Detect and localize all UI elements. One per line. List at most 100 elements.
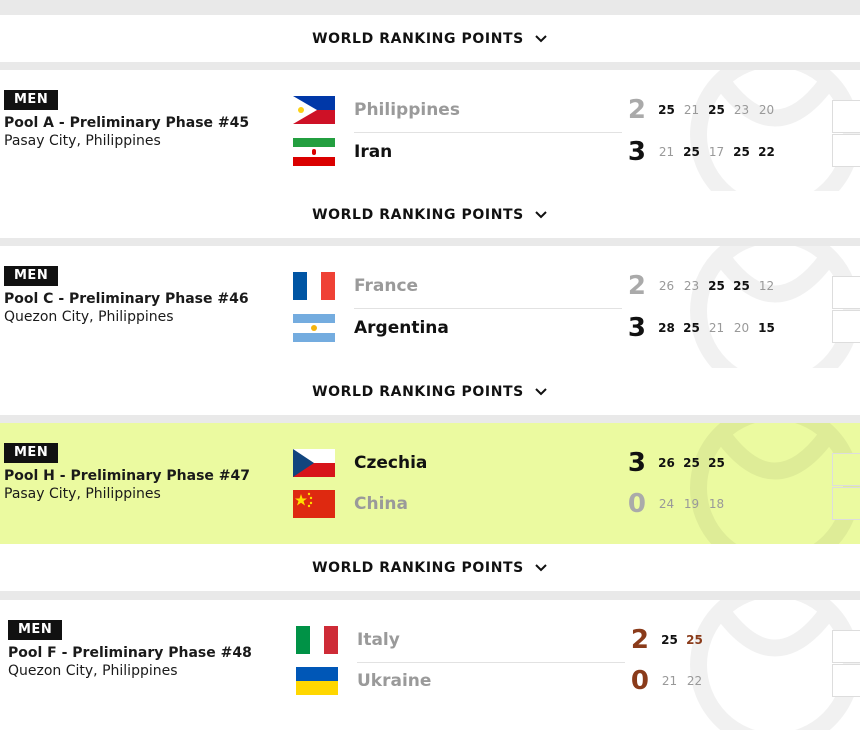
team-name[interactable]: Czechia xyxy=(354,453,616,473)
side-action-box[interactable] xyxy=(832,453,860,486)
set-scores: 24 19 18 xyxy=(654,497,729,511)
world-ranking-points-row: WORLD RANKING POINTS xyxy=(0,15,860,62)
chevron-down-icon xyxy=(535,210,547,218)
set-score: 22 xyxy=(758,145,775,159)
chevron-down-icon xyxy=(535,387,547,395)
team-row: Iran 3 21 25 17 25 22 xyxy=(293,132,779,172)
team-name[interactable]: Argentina xyxy=(354,318,616,338)
set-score: 21 xyxy=(661,674,678,688)
team-name[interactable]: Iran xyxy=(354,142,616,162)
set-score: 25 xyxy=(683,145,700,159)
set-score: 26 xyxy=(658,279,675,293)
world-ranking-points-label: WORLD RANKING POINTS xyxy=(312,383,524,400)
match-card[interactable]: MEN Pool F - Preliminary Phase #48 Quezo… xyxy=(0,600,860,730)
set-score: 25 xyxy=(683,321,700,335)
set-scores: 28 25 21 20 15 xyxy=(654,321,779,335)
set-score: 21 xyxy=(658,145,675,159)
team-row: Argentina 3 28 25 21 20 15 xyxy=(293,308,779,348)
set-score: 21 xyxy=(683,103,700,117)
match-title: Pool F - Preliminary Phase #48 xyxy=(8,645,252,661)
gender-badge: MEN xyxy=(4,443,59,463)
team-row: China 0 24 19 18 xyxy=(293,484,729,524)
set-score: 25 xyxy=(733,279,750,293)
set-scores: 25 21 25 23 20 xyxy=(654,103,779,117)
team-row: Philippines 2 25 21 25 23 20 xyxy=(293,90,779,130)
world-ranking-points-label: WORLD RANKING POINTS xyxy=(312,206,524,223)
match-title: Pool H - Preliminary Phase #47 xyxy=(4,468,250,484)
side-action-box[interactable] xyxy=(832,630,860,663)
side-action-box[interactable] xyxy=(832,487,860,520)
side-action-box[interactable] xyxy=(832,310,860,343)
match-score: 2 xyxy=(627,271,646,301)
match-score: 3 xyxy=(627,448,646,478)
match-title: Pool A - Preliminary Phase #45 xyxy=(4,115,250,131)
set-score: 22 xyxy=(686,674,703,688)
side-action-box[interactable] xyxy=(832,276,860,309)
gender-badge: MEN xyxy=(4,266,59,286)
france-flag-icon xyxy=(293,272,335,300)
match-card[interactable]: MEN Pool A - Preliminary Phase #45 Pasay… xyxy=(0,70,860,200)
set-score: 19 xyxy=(683,497,700,511)
set-score: 15 xyxy=(758,321,775,335)
czechia-flag-icon xyxy=(293,449,335,477)
world-ranking-points-toggle[interactable]: WORLD RANKING POINTS xyxy=(312,560,548,576)
match-score: 3 xyxy=(627,137,646,167)
team-name[interactable]: Italy xyxy=(357,630,619,650)
team-row: Ukraine 0 21 22 xyxy=(296,661,707,701)
side-action-box[interactable] xyxy=(832,664,860,697)
world-ranking-points-label: WORLD RANKING POINTS xyxy=(312,30,524,47)
chevron-down-icon xyxy=(535,34,547,42)
set-score: 24 xyxy=(658,497,675,511)
match-venue: Quezon City, Philippines xyxy=(8,663,178,679)
set-score: 18 xyxy=(708,497,725,511)
set-score: 26 xyxy=(658,456,675,470)
set-scores: 21 22 xyxy=(657,674,707,688)
match-score: 2 xyxy=(630,625,649,655)
side-action-box[interactable] xyxy=(832,134,860,167)
match-title: Pool C - Preliminary Phase #46 xyxy=(4,291,249,307)
ukraine-flag-icon xyxy=(296,667,338,695)
team-name[interactable]: France xyxy=(354,276,616,296)
set-score: 25 xyxy=(708,456,725,470)
match-venue: Pasay City, Philippines xyxy=(4,486,161,502)
set-score: 23 xyxy=(733,103,750,117)
set-score: 20 xyxy=(758,103,775,117)
team-name[interactable]: Ukraine xyxy=(357,671,619,691)
gender-badge: MEN xyxy=(4,90,59,110)
set-score: 25 xyxy=(733,145,750,159)
iran-flag-icon xyxy=(293,138,335,166)
set-score: 25 xyxy=(708,103,725,117)
world-ranking-points-toggle[interactable]: WORLD RANKING POINTS xyxy=(312,207,548,223)
world-ranking-points-row: WORLD RANKING POINTS xyxy=(0,544,860,591)
match-venue: Quezon City, Philippines xyxy=(4,309,174,325)
set-score: 28 xyxy=(658,321,675,335)
set-score: 12 xyxy=(758,279,775,293)
set-scores: 26 25 25 xyxy=(654,456,729,470)
world-ranking-points-row: WORLD RANKING POINTS xyxy=(0,191,860,238)
world-ranking-points-toggle[interactable]: WORLD RANKING POINTS xyxy=(312,31,548,47)
world-ranking-points-label: WORLD RANKING POINTS xyxy=(312,559,524,576)
set-score: 25 xyxy=(658,103,675,117)
set-score: 25 xyxy=(708,279,725,293)
set-score: 17 xyxy=(708,145,725,159)
team-name[interactable]: Philippines xyxy=(354,100,616,120)
team-name[interactable]: China xyxy=(354,494,616,514)
match-score: 0 xyxy=(630,666,649,696)
set-score: 25 xyxy=(686,633,703,647)
gender-badge: MEN xyxy=(8,620,63,640)
italy-flag-icon xyxy=(296,626,338,654)
side-action-box[interactable] xyxy=(832,100,860,133)
set-scores: 25 25 xyxy=(657,633,707,647)
match-venue: Pasay City, Philippines xyxy=(4,133,161,149)
argentina-flag-icon xyxy=(293,314,335,342)
match-score: 0 xyxy=(627,489,646,519)
set-score: 25 xyxy=(661,633,678,647)
match-score: 3 xyxy=(627,313,646,343)
philippines-flag-icon xyxy=(293,96,335,124)
world-ranking-points-toggle[interactable]: WORLD RANKING POINTS xyxy=(312,384,548,400)
match-card-highlighted[interactable]: MEN Pool H - Preliminary Phase #47 Pasay… xyxy=(0,423,860,547)
set-score: 25 xyxy=(683,456,700,470)
set-score: 21 xyxy=(708,321,725,335)
match-card[interactable]: MEN Pool C - Preliminary Phase #46 Quezo… xyxy=(0,246,860,376)
team-row: Czechia 3 26 25 25 xyxy=(293,443,729,483)
